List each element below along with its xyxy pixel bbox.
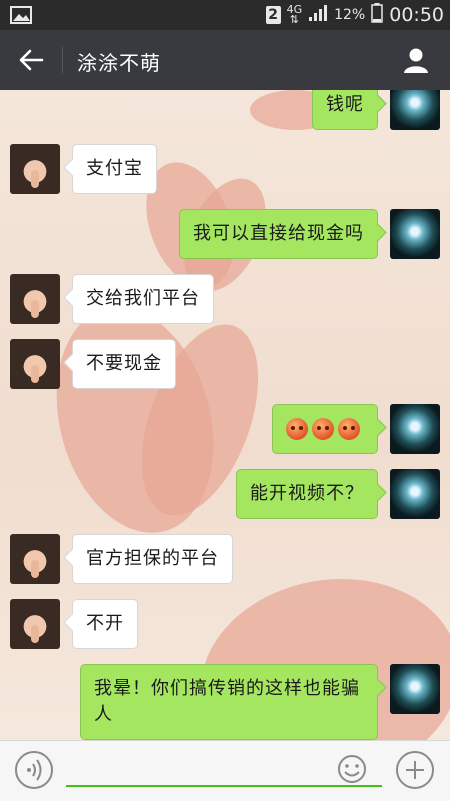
face-emoji-icon bbox=[338, 418, 360, 440]
back-arrow-icon[interactable] bbox=[18, 47, 44, 73]
face-emoji-icon bbox=[286, 418, 308, 440]
sim-slot-indicator: 2 bbox=[265, 6, 281, 24]
contact-avatar[interactable] bbox=[10, 144, 60, 194]
chat-header: 涂涂不萌 bbox=[0, 30, 450, 90]
contact-avatar[interactable] bbox=[10, 339, 60, 389]
message-bubble[interactable]: 不开 bbox=[72, 599, 138, 649]
contact-avatar[interactable] bbox=[10, 274, 60, 324]
header-divider bbox=[62, 47, 63, 73]
message-in[interactable]: 交给我们平台 bbox=[10, 274, 214, 324]
voice-wave-icon bbox=[27, 759, 42, 781]
message-out[interactable] bbox=[272, 404, 440, 454]
my-avatar[interactable] bbox=[390, 90, 440, 130]
message-in[interactable]: 不要现金 bbox=[10, 339, 176, 389]
message-out[interactable]: 钱呢 bbox=[312, 90, 440, 130]
message-bubble[interactable] bbox=[272, 404, 378, 454]
face-emoji-icon bbox=[312, 418, 334, 440]
contact-avatar[interactable] bbox=[10, 599, 60, 649]
battery-percent: 12% bbox=[334, 7, 366, 23]
my-avatar[interactable] bbox=[390, 404, 440, 454]
battery-icon bbox=[371, 3, 383, 27]
message-bubble[interactable]: 不要现金 bbox=[72, 339, 176, 389]
clock: 00:50 bbox=[389, 4, 444, 26]
message-bubble[interactable]: 交给我们平台 bbox=[72, 274, 214, 324]
emoji-button[interactable] bbox=[336, 753, 368, 785]
message-in[interactable]: 支付宝 bbox=[10, 144, 157, 194]
message-out[interactable]: 能开视频不？ bbox=[236, 469, 440, 519]
chat-title: 涂涂不萌 bbox=[77, 51, 161, 75]
message-bubble[interactable]: 钱呢 bbox=[312, 90, 378, 130]
message-bubble[interactable]: 官方担保的平台 bbox=[72, 534, 233, 584]
message-bubble[interactable]: 我可以直接给现金吗 bbox=[179, 209, 378, 259]
signal-icon bbox=[308, 4, 328, 26]
gallery-notification-icon bbox=[10, 6, 32, 28]
status-bar: 2 4G ⇅ 12% 00:50 bbox=[0, 0, 450, 30]
message-bubble[interactable]: 能开视频不？ bbox=[236, 469, 378, 519]
message-input[interactable] bbox=[66, 753, 382, 787]
voice-input-button[interactable] bbox=[15, 751, 53, 789]
network-type-label: 4G ⇅ bbox=[286, 3, 303, 26]
message-bubble[interactable]: 支付宝 bbox=[72, 144, 157, 194]
message-out[interactable]: 我晕！你们搞传销的这样也能骗人 bbox=[80, 664, 440, 740]
my-avatar[interactable] bbox=[390, 469, 440, 519]
message-in[interactable]: 不开 bbox=[10, 599, 138, 649]
more-options-button[interactable] bbox=[396, 751, 434, 789]
message-out[interactable]: 我可以直接给现金吗 bbox=[179, 209, 440, 259]
my-avatar[interactable] bbox=[390, 209, 440, 259]
message-list[interactable]: 钱呢 支付宝 我可以直接给现金吗 交给我们平台 不要现金 能开视频不？ 官方担保… bbox=[0, 90, 450, 740]
contact-profile-icon[interactable] bbox=[402, 46, 430, 74]
plus-icon bbox=[406, 761, 424, 779]
input-bar bbox=[0, 740, 450, 801]
message-in[interactable]: 官方担保的平台 bbox=[10, 534, 233, 584]
my-avatar[interactable] bbox=[390, 664, 440, 714]
smiley-icon bbox=[338, 755, 366, 783]
message-bubble[interactable]: 我晕！你们搞传销的这样也能骗人 bbox=[80, 664, 378, 740]
contact-avatar[interactable] bbox=[10, 534, 60, 584]
